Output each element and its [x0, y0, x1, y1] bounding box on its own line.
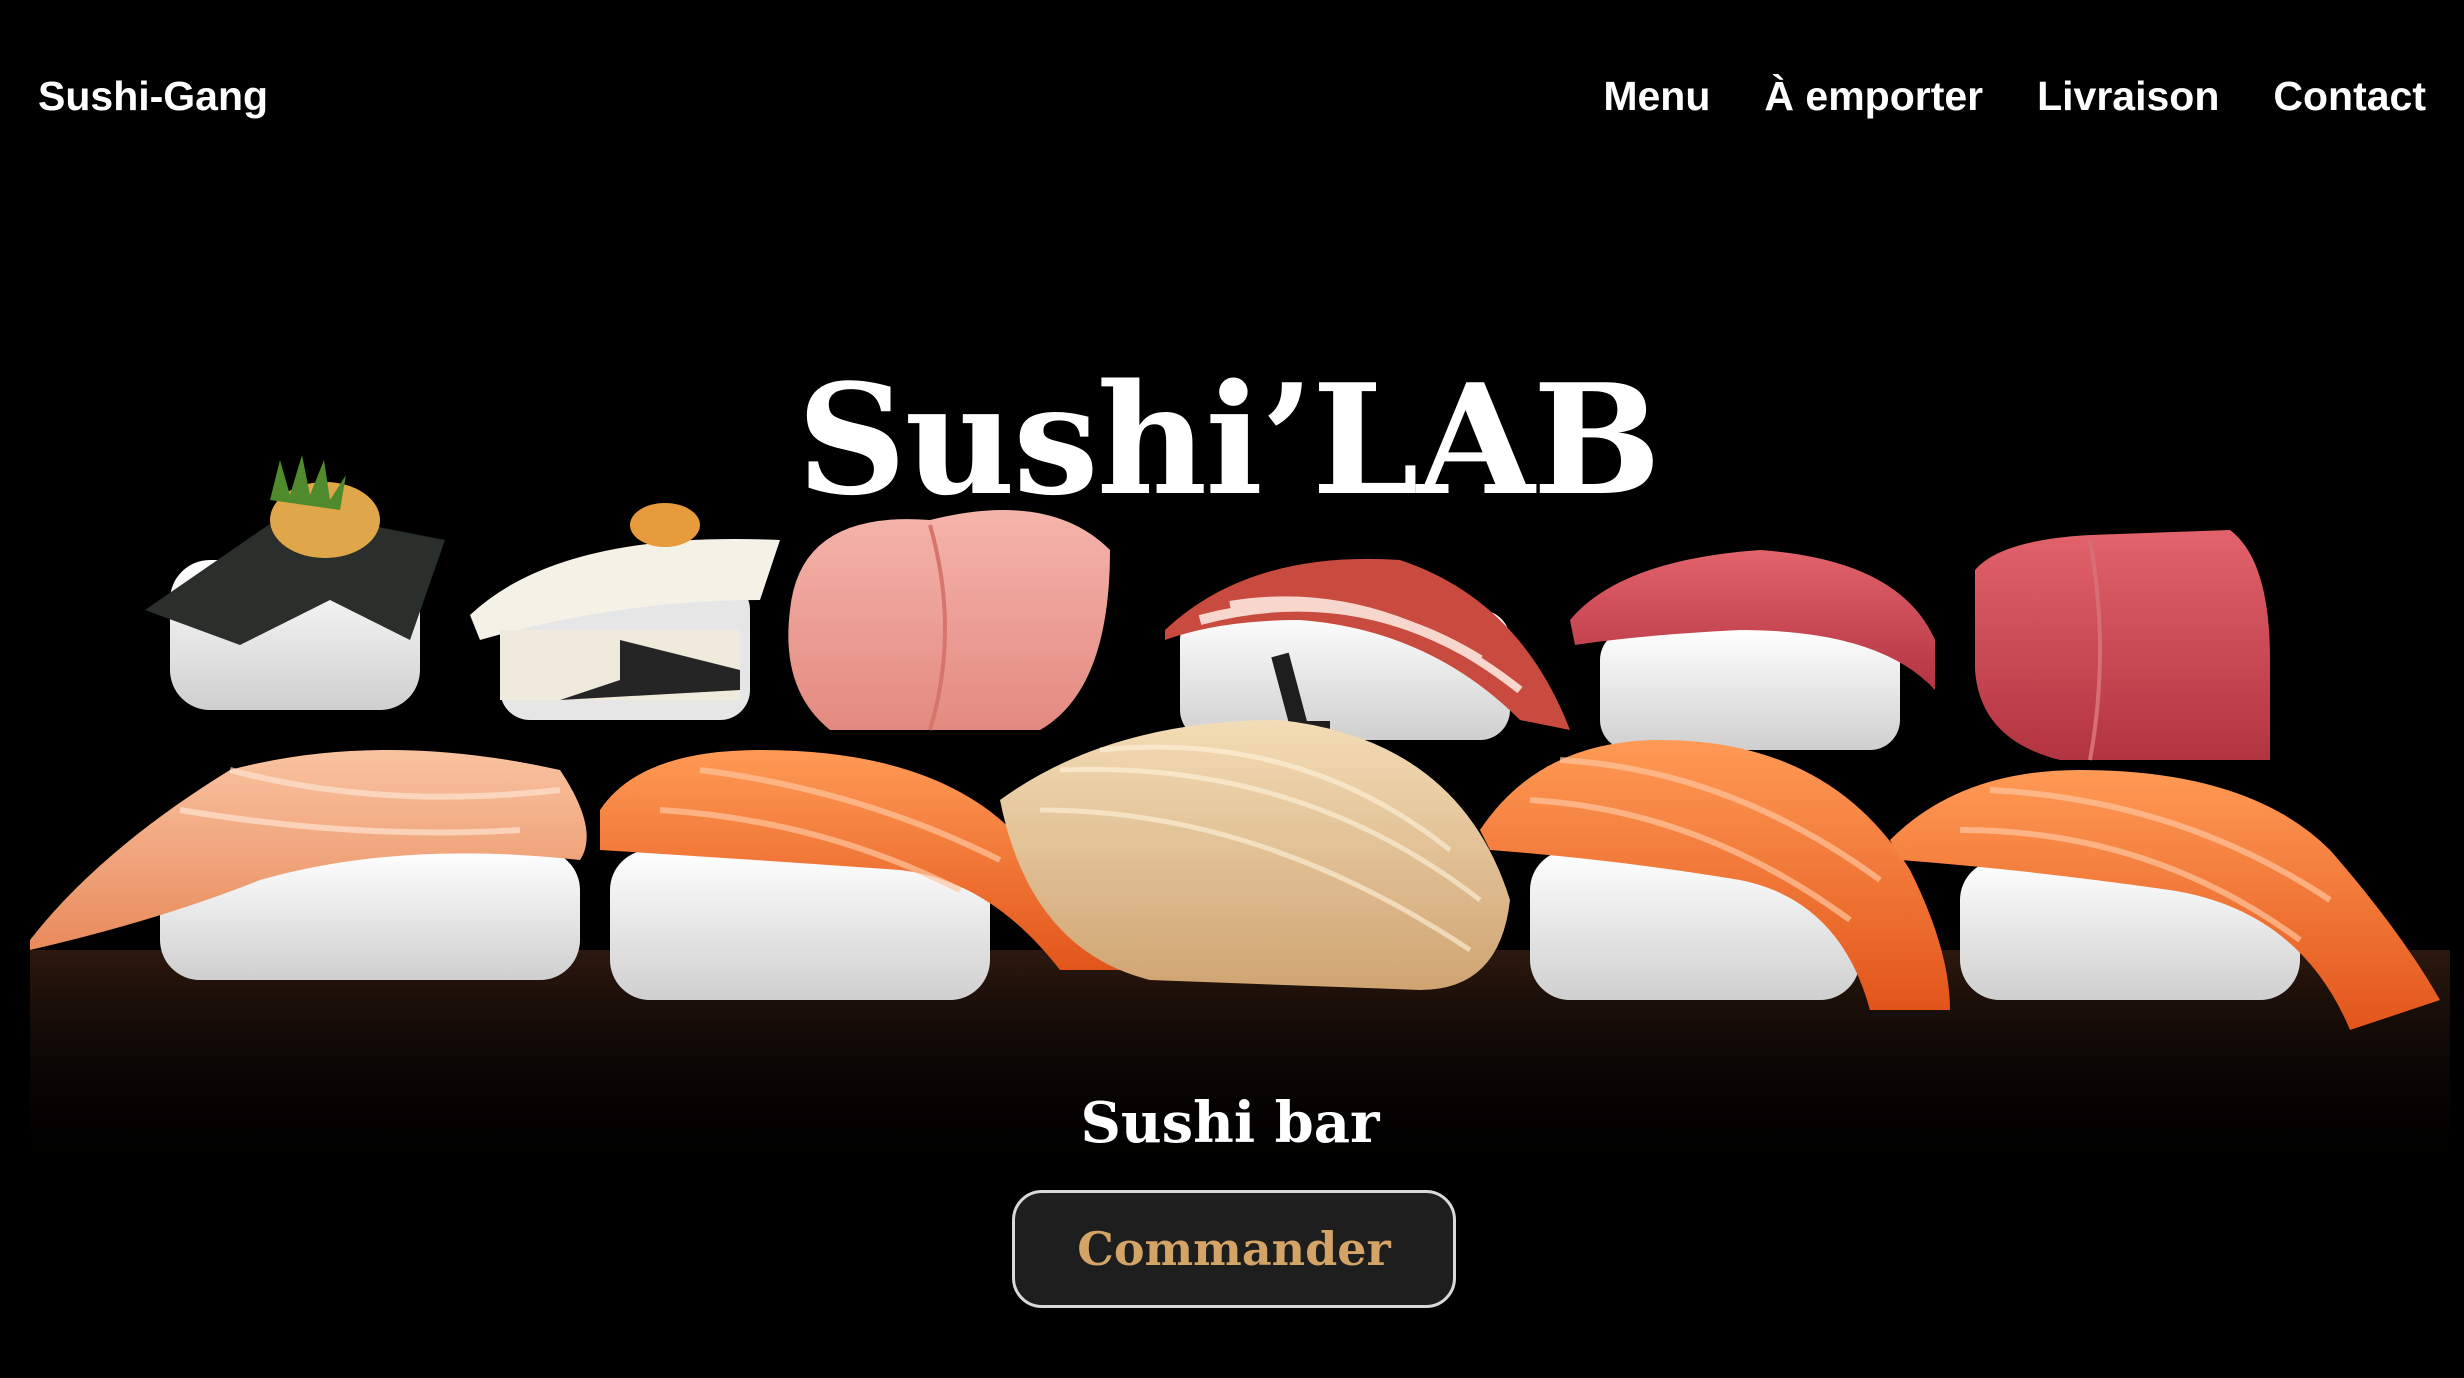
nav-link-delivery[interactable]: Livraison [2037, 76, 2219, 117]
landing-page: Sushi-Gang Menu À emporter Livraison Con… [0, 0, 2464, 1378]
order-button[interactable]: Commander [1012, 1190, 1456, 1308]
nav-link-menu[interactable]: Menu [1603, 76, 1710, 117]
nav-link-takeaway[interactable]: À emporter [1764, 76, 1983, 117]
main-nav: Menu À emporter Livraison Contact [1603, 76, 2426, 117]
nav-link-contact[interactable]: Contact [2273, 76, 2426, 117]
hero-subtitle: Sushi bar [1080, 1090, 1380, 1156]
hero-title: Sushi’LAB [796, 349, 1661, 529]
brand-logo-link[interactable]: Sushi-Gang [38, 76, 268, 117]
